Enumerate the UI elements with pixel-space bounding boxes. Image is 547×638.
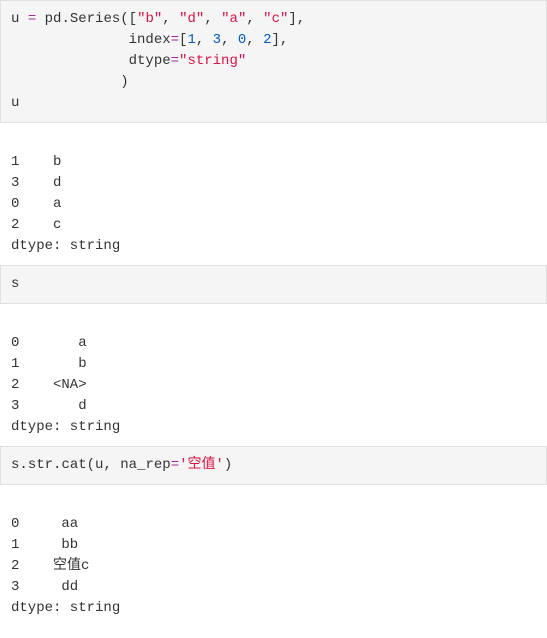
code-token: = [28, 11, 36, 27]
code-token: "d" [179, 11, 204, 27]
code-token: , [221, 32, 238, 48]
code-token: . [19, 457, 27, 473]
code-token: ) [224, 457, 232, 473]
code-token: (u, [87, 457, 121, 473]
code-token: "string" [179, 53, 246, 69]
code-cell-3: s.str.cat(u, na_rep='空值') [0, 446, 547, 485]
code-token: "c" [263, 11, 288, 27]
code-token: , [162, 11, 179, 27]
code-token [11, 53, 129, 69]
code-token: 2 [263, 32, 271, 48]
code-token: Series [70, 11, 120, 27]
code-token: ], [272, 32, 289, 48]
code-token: pd [36, 11, 61, 27]
code-token [11, 32, 129, 48]
code-token: '空值' [179, 457, 224, 473]
code-cell-2: s [0, 265, 547, 304]
code-token: = [171, 457, 179, 473]
code-token: dtype [129, 53, 171, 69]
output-cell-1: 1 b 3 d 0 a 2 c dtype: string [0, 123, 547, 265]
code-token: "a" [221, 11, 246, 27]
code-token: , [246, 11, 263, 27]
code-token: , [246, 32, 263, 48]
code-token: "b" [137, 11, 162, 27]
code-cell-1: u = pd.Series(["b", "d", "a", "c"], inde… [0, 0, 547, 123]
code-token: ) [120, 74, 128, 90]
code-token: ([ [120, 11, 137, 27]
code-token: u [11, 11, 28, 27]
code-token: = [171, 53, 179, 69]
output-cell-3: 0 aa 1 bb 2 空值c 3 dd dtype: string [0, 485, 547, 627]
code-token: 3 [213, 32, 221, 48]
code-token: ], [288, 11, 305, 27]
output-cell-2: 0 a 1 b 2 <NA> 3 d dtype: string [0, 304, 547, 446]
code-token: 1 [187, 32, 195, 48]
code-token: str [28, 457, 53, 473]
code-token: na_rep [120, 457, 170, 473]
code-token: cat [61, 457, 86, 473]
code-token [11, 74, 120, 90]
code-token: index [129, 32, 171, 48]
code-token: u [11, 95, 19, 111]
code-token: s [11, 276, 19, 292]
code-token: , [204, 11, 221, 27]
code-token: = [171, 32, 179, 48]
code-token: . [61, 11, 69, 27]
code-token: , [196, 32, 213, 48]
